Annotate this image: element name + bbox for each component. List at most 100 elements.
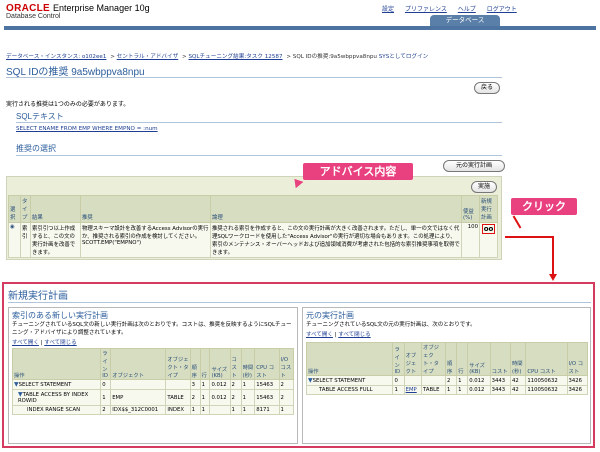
op-name: SELECT STATEMENT xyxy=(312,378,366,384)
expand-all-link[interactable]: すべて開く xyxy=(306,332,333,338)
col-cost: コスト xyxy=(229,348,242,380)
table-row: ◉ 索引 索引引つ以上作成すると、この文の実行計画を改善できます。 物理スキーマ… xyxy=(8,222,498,258)
col-cpu-cost: CPU コスト xyxy=(525,342,568,376)
cell: 3443 xyxy=(489,375,512,386)
logout-link[interactable]: ログアウト xyxy=(487,6,517,13)
table-row: ▼TABLE ACCESS BY INDEX ROWID 1 EMP TABLE… xyxy=(11,389,295,406)
col-io-cost: I/O コスト xyxy=(278,348,295,380)
setup-link[interactable]: 設定 xyxy=(382,6,394,13)
cell: 0 xyxy=(100,379,112,390)
plans-heading: 新規実行計画 xyxy=(8,291,68,302)
click-callout: クリック xyxy=(511,198,577,215)
table-row: ▼SELECT STATEMENT 0 3 1 0.012 2 1 15463 … xyxy=(11,379,295,390)
cell: 0.012 xyxy=(209,379,231,390)
col-order: 順序 xyxy=(189,348,201,380)
col-size: サイズ (KB) xyxy=(467,342,491,376)
cell: 1 xyxy=(199,405,211,415)
table-row: TABLE ACCESS FULL 1 EMP TABLE 1 1 0.012 … xyxy=(305,385,589,395)
eyeglasses-icon[interactable]: oo xyxy=(481,224,496,234)
cell: 1 xyxy=(456,385,469,395)
op-name: TABLE ACCESS FULL xyxy=(305,385,394,395)
original-plan-desc: チューニングされているSQL文の元の実行計画は、次のとおりです。 xyxy=(306,322,476,328)
cell: 3426 xyxy=(566,375,589,386)
new-plan-cell: oo xyxy=(479,222,498,258)
cell: 3426 xyxy=(566,385,589,395)
cell: 15463 xyxy=(254,389,280,406)
cell: 1 xyxy=(100,389,112,406)
cell: 3 xyxy=(189,379,201,390)
title-divider xyxy=(6,77,502,78)
col-size: サイズ (KB) xyxy=(209,348,231,380)
cell: 1 xyxy=(444,385,458,395)
cell: 1 xyxy=(240,379,256,390)
cell: TABLE xyxy=(421,385,446,395)
cell: 2 xyxy=(100,405,112,415)
cell: 1 xyxy=(240,389,256,406)
breadcrumb-sep: > xyxy=(286,54,291,60)
new-plan-links: すべて開く | すべて閉じる xyxy=(12,340,77,346)
cell: 15463 xyxy=(254,379,280,390)
breadcrumb-instance[interactable]: データベース・インスタンス: o102ee1 xyxy=(6,54,106,60)
col-benefit: 使益(%) xyxy=(461,195,480,223)
col-cost: コスト xyxy=(489,342,512,376)
col-rationale: 論理 xyxy=(210,195,462,223)
breadcrumb-tuning-result[interactable]: SQLチューニング結果:タスク 12587 xyxy=(188,54,282,60)
col-operation: 操作 xyxy=(11,348,102,380)
cell: 8171 xyxy=(254,405,280,415)
cell: 0.012 xyxy=(467,385,491,395)
cell: 1 xyxy=(229,405,242,415)
cell: 1 xyxy=(189,405,201,415)
collapse-all-link[interactable]: すべて閉じる xyxy=(44,340,76,346)
back-button[interactable]: 戻る xyxy=(474,82,500,94)
page-title: SQL IDの推奨 9a5wbppva8npu xyxy=(6,67,145,78)
op-name: INDEX RANGE SCAN xyxy=(11,405,102,415)
col-io-cost: I/O コスト xyxy=(566,342,589,376)
col-time: 時間 (秒) xyxy=(240,348,256,380)
col-object: オブジェクト xyxy=(110,348,167,380)
cell: 2 xyxy=(278,389,295,406)
cell: 42 xyxy=(509,375,527,386)
breadcrumb-advisor[interactable]: セントラル・アドバイザ xyxy=(117,54,179,60)
object-link[interactable]: EMP xyxy=(403,385,423,395)
implement-button[interactable]: 実施 xyxy=(471,181,497,193)
cell: 2 xyxy=(229,389,242,406)
sql-text-link[interactable]: SELECT ENAME FROM EMP WHERE EMPNO = :num xyxy=(16,126,158,132)
rec-rationale: 推奨される索引を作成すると、この文の実行計画が大きく改善されます。ただし、単一の… xyxy=(210,222,462,258)
logo-em-text: Enterprise Manager 10g xyxy=(53,3,150,13)
collapse-all-link[interactable]: すべて閉じる xyxy=(338,332,370,338)
help-link[interactable]: ヘルプ xyxy=(458,6,476,13)
connector-line xyxy=(505,236,553,238)
original-plan-button[interactable]: 元の実行計画 xyxy=(443,160,505,172)
cell: 0.012 xyxy=(467,375,491,386)
rec-type: 索引 xyxy=(20,222,31,258)
cell: 1 xyxy=(199,379,211,390)
col-line-id: ライン ID xyxy=(392,342,405,376)
select-radio[interactable]: ◉ xyxy=(8,222,21,258)
cell: IDX$$_312C0001 xyxy=(110,405,167,415)
table-row: INDEX RANGE SCAN 2 IDX$$_312C0001 INDEX … xyxy=(11,405,295,415)
breadcrumb-sep: > xyxy=(110,54,115,60)
col-type: タイプ xyxy=(20,195,31,223)
cell xyxy=(403,375,423,386)
breadcrumb-sep: > xyxy=(182,54,187,60)
cell: 2 xyxy=(278,379,295,390)
cell: 1 xyxy=(392,385,405,395)
cell: 1 xyxy=(199,389,211,406)
sql-text-divider xyxy=(16,122,502,123)
tab-database[interactable]: データベース xyxy=(430,15,500,26)
original-plan-table: 操作 ライン ID オブジェクト オブジェクト・タイプ 順序 行 サイズ (KB… xyxy=(305,342,589,395)
preferences-link[interactable]: プリファレンス xyxy=(405,6,447,13)
col-object-type: オブジェクト・タイプ xyxy=(421,342,446,376)
cell: EMP xyxy=(110,389,167,406)
connector-line xyxy=(552,236,554,274)
cell: INDEX xyxy=(165,405,191,415)
cell: 0.012 xyxy=(209,389,231,406)
click-pointer-line xyxy=(512,215,522,229)
table-row: ▼SELECT STATEMENT 0 2 1 0.012 3443 42 11… xyxy=(305,375,589,386)
original-plan-links: すべて開く | すべて閉じる xyxy=(306,332,371,338)
col-select: 選択 xyxy=(8,195,21,223)
rec-result: 索引引つ以上作成すると、この文の実行計画を改善できます。 xyxy=(30,222,81,258)
advice-callout: アドバイス内容 xyxy=(303,163,413,180)
header-bar xyxy=(4,26,596,30)
expand-all-link[interactable]: すべて開く xyxy=(12,340,39,346)
